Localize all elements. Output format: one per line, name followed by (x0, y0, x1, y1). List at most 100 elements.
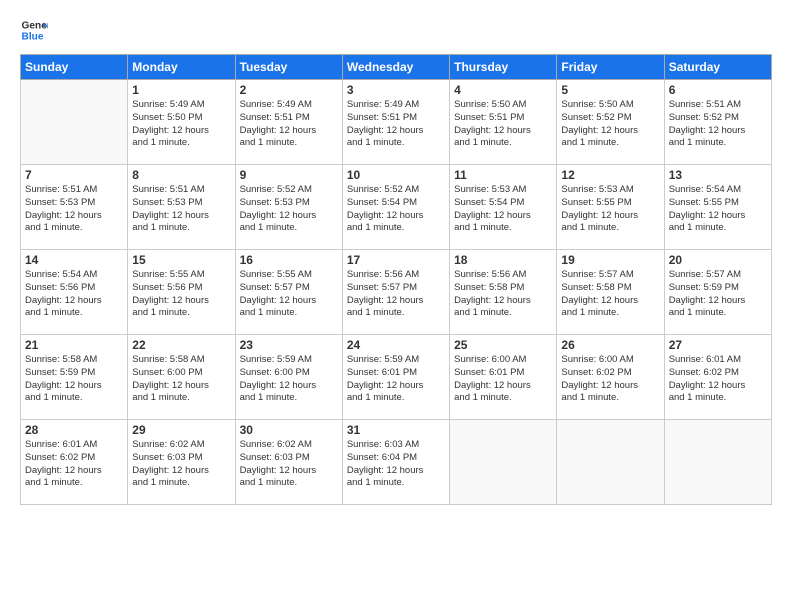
day-info: Sunrise: 5:53 AMSunset: 5:54 PMDaylight:… (454, 184, 552, 235)
day-info: Sunrise: 5:50 AMSunset: 5:52 PMDaylight:… (561, 99, 659, 150)
day-number: 27 (669, 338, 767, 352)
week-row-4: 28 Sunrise: 6:01 AMSunset: 6:02 PMDayligh… (21, 420, 772, 505)
day-number: 18 (454, 253, 552, 267)
day-number: 24 (347, 338, 445, 352)
day-number: 9 (240, 168, 338, 182)
day-info: Sunrise: 5:57 AMSunset: 5:58 PMDaylight:… (561, 269, 659, 320)
header-saturday: Saturday (664, 55, 771, 80)
header-thursday: Thursday (450, 55, 557, 80)
calendar-cell: 14 Sunrise: 5:54 AMSunset: 5:56 PMDayligh… (21, 250, 128, 335)
day-number: 23 (240, 338, 338, 352)
day-number: 16 (240, 253, 338, 267)
day-info: Sunrise: 6:03 AMSunset: 6:04 PMDaylight:… (347, 439, 445, 490)
header-sunday: Sunday (21, 55, 128, 80)
week-row-1: 7 Sunrise: 5:51 AMSunset: 5:53 PMDaylight… (21, 165, 772, 250)
day-number: 28 (25, 423, 123, 437)
header-tuesday: Tuesday (235, 55, 342, 80)
day-number: 6 (669, 83, 767, 97)
day-number: 31 (347, 423, 445, 437)
calendar-cell: 19 Sunrise: 5:57 AMSunset: 5:58 PMDayligh… (557, 250, 664, 335)
calendar-cell: 10 Sunrise: 5:52 AMSunset: 5:54 PMDayligh… (342, 165, 449, 250)
week-row-2: 14 Sunrise: 5:54 AMSunset: 5:56 PMDayligh… (21, 250, 772, 335)
svg-text:Blue: Blue (22, 31, 44, 42)
day-info: Sunrise: 5:59 AMSunset: 6:00 PMDaylight:… (240, 354, 338, 405)
day-number: 29 (132, 423, 230, 437)
day-info: Sunrise: 6:01 AMSunset: 6:02 PMDaylight:… (669, 354, 767, 405)
calendar-cell: 6 Sunrise: 5:51 AMSunset: 5:52 PMDaylight… (664, 80, 771, 165)
day-info: Sunrise: 5:49 AMSunset: 5:51 PMDaylight:… (347, 99, 445, 150)
header-friday: Friday (557, 55, 664, 80)
calendar-cell: 25 Sunrise: 6:00 AMSunset: 6:01 PMDayligh… (450, 335, 557, 420)
calendar-cell: 16 Sunrise: 5:55 AMSunset: 5:57 PMDayligh… (235, 250, 342, 335)
calendar-cell: 7Sunrise: 5:51 AMSunset: 5:53 PMDaylight… (21, 165, 128, 250)
day-info: Sunrise: 5:52 AMSunset: 5:54 PMDaylight:… (347, 184, 445, 235)
day-info: Sunrise: 5:49 AMSunset: 5:51 PMDaylight:… (240, 99, 338, 150)
day-info: Sunrise: 6:01 AMSunset: 6:02 PMDaylight:… (25, 439, 123, 490)
calendar-table: SundayMondayTuesdayWednesdayThursdayFrid… (20, 54, 772, 505)
day-info: Sunrise: 5:51 AMSunset: 5:53 PMDaylight:… (132, 184, 230, 235)
calendar-cell: 13 Sunrise: 5:54 AMSunset: 5:55 PMDayligh… (664, 165, 771, 250)
day-number: 8 (132, 168, 230, 182)
logo: General Blue (20, 16, 48, 44)
day-number: 7 (25, 168, 123, 182)
day-info: Sunrise: 5:49 AMSunset: 5:50 PMDaylight:… (132, 99, 230, 150)
calendar-cell: 28 Sunrise: 6:01 AMSunset: 6:02 PMDayligh… (21, 420, 128, 505)
calendar-cell: 2Sunrise: 5:49 AMSunset: 5:51 PMDaylight… (235, 80, 342, 165)
day-info: Sunrise: 5:58 AMSunset: 5:59 PMDaylight:… (25, 354, 123, 405)
day-number: 14 (25, 253, 123, 267)
day-number: 17 (347, 253, 445, 267)
calendar-cell (450, 420, 557, 505)
day-number: 4 (454, 83, 552, 97)
day-number: 22 (132, 338, 230, 352)
day-number: 3 (347, 83, 445, 97)
day-number: 15 (132, 253, 230, 267)
day-number: 19 (561, 253, 659, 267)
day-info: Sunrise: 5:51 AMSunset: 5:52 PMDaylight:… (669, 99, 767, 150)
day-number: 1 (132, 83, 230, 97)
calendar-cell: 22 Sunrise: 5:58 AMSunset: 6:00 PMDayligh… (128, 335, 235, 420)
calendar-cell: 12 Sunrise: 5:53 AMSunset: 5:55 PMDayligh… (557, 165, 664, 250)
day-info: Sunrise: 6:02 AMSunset: 6:03 PMDaylight:… (132, 439, 230, 490)
day-number: 13 (669, 168, 767, 182)
day-number: 11 (454, 168, 552, 182)
week-row-3: 21 Sunrise: 5:58 AMSunset: 5:59 PMDayligh… (21, 335, 772, 420)
calendar-cell: 24 Sunrise: 5:59 AMSunset: 6:01 PMDayligh… (342, 335, 449, 420)
calendar-cell: 3 Sunrise: 5:49 AMSunset: 5:51 PMDaylight… (342, 80, 449, 165)
calendar-cell: 27 Sunrise: 6:01 AMSunset: 6:02 PMDayligh… (664, 335, 771, 420)
day-info: Sunrise: 6:00 AMSunset: 6:02 PMDaylight:… (561, 354, 659, 405)
day-info: Sunrise: 5:52 AMSunset: 5:53 PMDaylight:… (240, 184, 338, 235)
day-number: 12 (561, 168, 659, 182)
day-number: 10 (347, 168, 445, 182)
header-monday: Monday (128, 55, 235, 80)
logo-icon: General Blue (20, 16, 48, 44)
calendar-cell (557, 420, 664, 505)
calendar-cell: 26 Sunrise: 6:00 AMSunset: 6:02 PMDayligh… (557, 335, 664, 420)
day-info: Sunrise: 5:56 AMSunset: 5:57 PMDaylight:… (347, 269, 445, 320)
day-info: Sunrise: 5:54 AMSunset: 5:56 PMDaylight:… (25, 269, 123, 320)
week-row-0: 1 Sunrise: 5:49 AMSunset: 5:50 PMDaylight… (21, 80, 772, 165)
day-info: Sunrise: 5:53 AMSunset: 5:55 PMDaylight:… (561, 184, 659, 235)
day-number: 21 (25, 338, 123, 352)
calendar-cell: 30 Sunrise: 6:02 AMSunset: 6:03 PMDayligh… (235, 420, 342, 505)
day-info: Sunrise: 5:50 AMSunset: 5:51 PMDaylight:… (454, 99, 552, 150)
day-number: 30 (240, 423, 338, 437)
calendar-cell: 29 Sunrise: 6:02 AMSunset: 6:03 PMDayligh… (128, 420, 235, 505)
day-number: 25 (454, 338, 552, 352)
day-info: Sunrise: 5:56 AMSunset: 5:58 PMDaylight:… (454, 269, 552, 320)
day-info: Sunrise: 5:55 AMSunset: 5:57 PMDaylight:… (240, 269, 338, 320)
calendar-cell: 11 Sunrise: 5:53 AMSunset: 5:54 PMDayligh… (450, 165, 557, 250)
calendar-cell: 4 Sunrise: 5:50 AMSunset: 5:51 PMDaylight… (450, 80, 557, 165)
calendar-cell: 31 Sunrise: 6:03 AMSunset: 6:04 PMDayligh… (342, 420, 449, 505)
day-info: Sunrise: 5:54 AMSunset: 5:55 PMDaylight:… (669, 184, 767, 235)
day-info: Sunrise: 5:55 AMSunset: 5:56 PMDaylight:… (132, 269, 230, 320)
calendar-cell: 15 Sunrise: 5:55 AMSunset: 5:56 PMDayligh… (128, 250, 235, 335)
day-info: Sunrise: 6:02 AMSunset: 6:03 PMDaylight:… (240, 439, 338, 490)
day-number: 5 (561, 83, 659, 97)
day-info: Sunrise: 5:59 AMSunset: 6:01 PMDaylight:… (347, 354, 445, 405)
header-wednesday: Wednesday (342, 55, 449, 80)
day-number: 20 (669, 253, 767, 267)
day-info: Sunrise: 5:58 AMSunset: 6:00 PMDaylight:… (132, 354, 230, 405)
calendar-cell: 20Sunrise: 5:57 AMSunset: 5:59 PMDayligh… (664, 250, 771, 335)
day-info: Sunrise: 6:00 AMSunset: 6:01 PMDaylight:… (454, 354, 552, 405)
day-number: 26 (561, 338, 659, 352)
